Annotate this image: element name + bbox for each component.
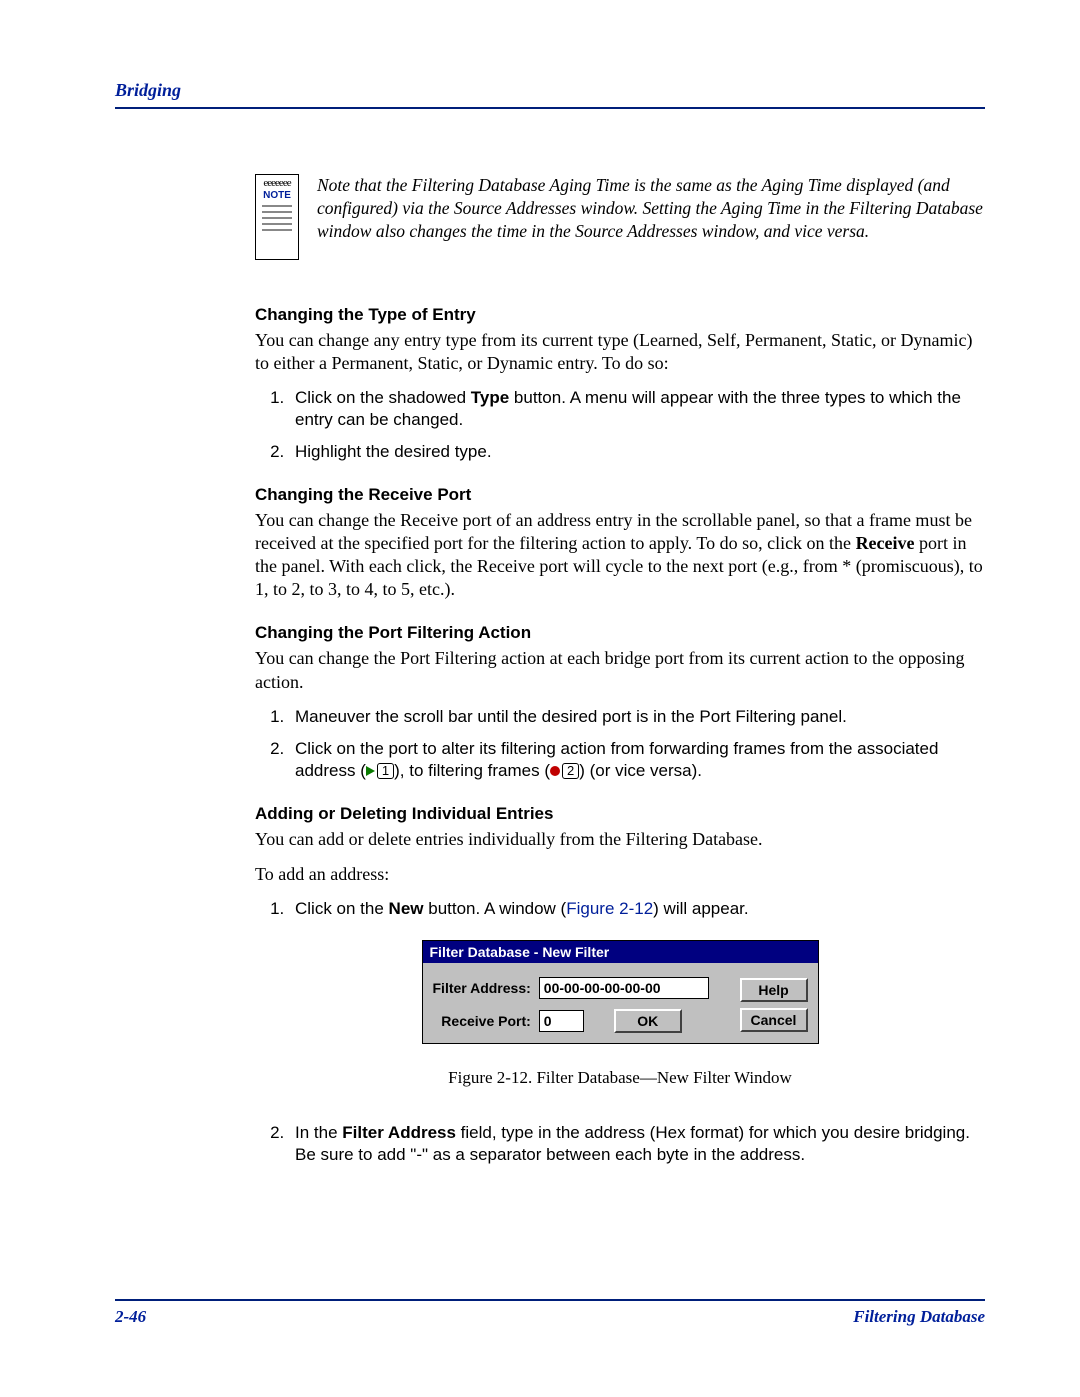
para-to-add: To add an address: — [255, 863, 985, 886]
stop-icon — [550, 766, 560, 776]
receive-port-input[interactable] — [539, 1010, 584, 1032]
para-add-delete: You can add or delete entries individual… — [255, 828, 985, 851]
para-receive-port: You can change the Receive port of an ad… — [255, 509, 985, 601]
footer-topic: Filtering Database — [853, 1307, 985, 1327]
heading-add-delete: Adding or Deleting Individual Entries — [255, 804, 985, 824]
list-item: Click on the shadowed Type button. A men… — [289, 387, 985, 431]
para-changing-type: You can change any entry type from its c… — [255, 329, 985, 375]
window-body: Filter Address: Help Cancel Receive Port… — [423, 963, 818, 1043]
receive-port-label: Receive Port: — [433, 1013, 531, 1029]
note-block: eeeeeee NOTE Note that the Filtering Dat… — [255, 174, 985, 260]
window-title: Filter Database - New Filter — [423, 941, 818, 963]
figure-ref: Figure 2-12 — [566, 899, 653, 918]
new-filter-window: Filter Database - New Filter Filter Addr… — [422, 940, 819, 1044]
receive-ref: Receive — [856, 533, 915, 553]
steps-changing-type: Click on the shadowed Type button. A men… — [255, 387, 985, 463]
filter-address-input[interactable] — [539, 977, 709, 999]
port-number: 1 — [377, 763, 394, 779]
spiral-binding-icon: eeeeeee — [256, 179, 298, 187]
new-button-ref: New — [389, 899, 424, 918]
list-item: Click on the New button. A window (Figur… — [289, 898, 985, 920]
heading-port-filtering: Changing the Port Filtering Action — [255, 623, 985, 643]
para-port-filtering: You can change the Port Filtering action… — [255, 647, 985, 693]
page: Bridging eeeeeee NOTE Note that the Filt… — [0, 0, 1080, 1397]
note-label: NOTE — [256, 190, 298, 201]
content-area: eeeeeee NOTE Note that the Filtering Dat… — [255, 174, 985, 1166]
cancel-button[interactable]: Cancel — [740, 1008, 808, 1032]
list-item: Highlight the desired type. — [289, 441, 985, 463]
note-lines-icon — [256, 205, 298, 231]
page-header: Bridging — [115, 80, 985, 109]
filter-icon: 2 — [550, 763, 579, 779]
heading-changing-type: Changing the Type of Entry — [255, 305, 985, 325]
ok-button[interactable]: OK — [614, 1009, 682, 1033]
note-text: Note that the Filtering Database Aging T… — [317, 174, 985, 260]
filter-address-label: Filter Address: — [433, 980, 531, 996]
filter-address-ref: Filter Address — [342, 1123, 456, 1142]
steps-port-filtering: Maneuver the scroll bar until the desire… — [255, 706, 985, 782]
forward-icon: 1 — [366, 763, 394, 779]
window-button-column: Help Cancel — [740, 978, 808, 1032]
type-button-ref: Type — [471, 388, 509, 407]
heading-receive-port: Changing the Receive Port — [255, 485, 985, 505]
port-number: 2 — [562, 763, 579, 779]
note-icon: eeeeeee NOTE — [255, 174, 299, 260]
list-item: In the Filter Address field, type in the… — [289, 1122, 985, 1166]
steps-add-cont: In the Filter Address field, type in the… — [255, 1122, 985, 1166]
list-item: Maneuver the scroll bar until the desire… — [289, 706, 985, 728]
help-button[interactable]: Help — [740, 978, 808, 1002]
figure-caption: Figure 2-12. Filter Database—New Filter … — [255, 1068, 985, 1088]
steps-add: Click on the New button. A window (Figur… — [255, 898, 985, 920]
list-item: Click on the port to alter its filtering… — [289, 738, 985, 782]
page-number: 2-46 — [115, 1307, 146, 1327]
page-footer: 2-46 Filtering Database — [115, 1299, 985, 1327]
arrow-icon — [366, 766, 375, 776]
header-section: Bridging — [115, 80, 181, 100]
